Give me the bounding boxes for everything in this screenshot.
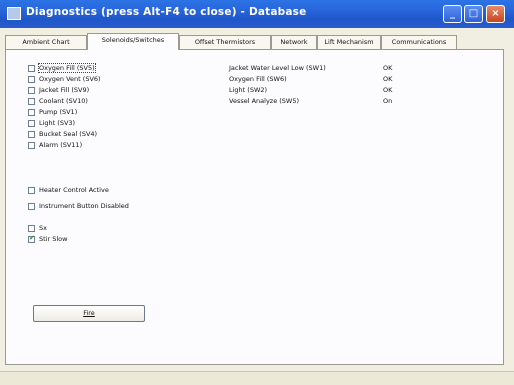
- tab-solenoids-switches[interactable]: Solenoids/Switches: [87, 33, 179, 50]
- checkbox-label: Heater Control Active: [39, 186, 109, 194]
- checkbox-alarm[interactable]: Alarm (SV11): [28, 141, 208, 151]
- checkbox-label: Instrument Button Disabled: [39, 202, 129, 210]
- checkbox-box[interactable]: [28, 225, 35, 232]
- checkbox-stir-slow[interactable]: Stir Slow: [28, 234, 208, 245]
- checkbox-box[interactable]: [28, 76, 35, 83]
- checkbox-label: Sx: [39, 224, 47, 232]
- tab-offset-thermistors[interactable]: Offset Thermistors: [179, 35, 271, 49]
- tab-lift-mechanism[interactable]: Lift Mechanism: [317, 35, 381, 49]
- checkbox-box[interactable]: [28, 203, 35, 210]
- checkbox-label: Stir Slow: [39, 235, 68, 243]
- app-icon: [7, 7, 21, 20]
- checkbox-instrument-button-disabled[interactable]: Instrument Button Disabled: [28, 202, 208, 212]
- status-label: Vessel Analyze (SW5): [229, 97, 300, 105]
- checkbox-bucket-seal[interactable]: Bucket Seal (SV4): [28, 130, 208, 140]
- checkbox-sx[interactable]: Sx: [28, 224, 208, 234]
- checkbox-pump[interactable]: Pump (SV1): [28, 108, 208, 118]
- checkbox-box[interactable]: [28, 65, 35, 72]
- tab-network[interactable]: Network: [271, 35, 317, 49]
- checkbox-oxygen-vent[interactable]: Oxygen Vent (SV6): [28, 75, 208, 85]
- status-bar: [0, 371, 514, 385]
- maximize-button[interactable]: □: [464, 5, 483, 23]
- checkbox-label: Oxygen Fill (SV5): [38, 63, 96, 73]
- window-title: Diagnostics (press Alt-F4 to close) - Da…: [26, 6, 307, 18]
- minimize-button[interactable]: _: [443, 5, 462, 23]
- checkbox-label: Bucket Seal (SV4): [39, 130, 98, 138]
- diagnostics-window: Diagnostics (press Alt-F4 to close) - Da…: [0, 0, 514, 385]
- tab-ambient-chart[interactable]: Ambient Chart: [5, 35, 87, 49]
- tab-communications[interactable]: Communications: [381, 35, 457, 49]
- checkbox-box[interactable]: [28, 98, 35, 105]
- status-label: Oxygen Fill (SW6): [229, 75, 287, 83]
- status-label: Jacket Water Level Low (SW1): [229, 64, 326, 72]
- checkbox-box[interactable]: [28, 109, 35, 116]
- close-button[interactable]: ×: [486, 5, 505, 23]
- checkbox-label: Oxygen Vent (SV6): [39, 75, 101, 83]
- status-value: OK: [383, 86, 393, 94]
- checkbox-label: Alarm (SV11): [39, 141, 83, 149]
- checkbox-label: Jacket Fill (SV9): [39, 86, 90, 94]
- status-value: OK: [383, 75, 393, 83]
- title-bar[interactable]: Diagnostics (press Alt-F4 to close) - Da…: [0, 0, 514, 28]
- checkbox-oxygen-fill[interactable]: Oxygen Fill (SV5): [28, 63, 208, 74]
- checkbox-label: Pump (SV1): [39, 108, 78, 116]
- checkbox-label: Light (SV3): [39, 119, 76, 127]
- checkbox-box[interactable]: [28, 187, 35, 194]
- checkbox-light[interactable]: Light (SV3): [28, 119, 208, 129]
- status-value: On: [383, 97, 393, 105]
- checkbox-label: Coolant (SV10): [39, 97, 88, 105]
- fire-button[interactable]: Fire: [33, 305, 145, 322]
- checkbox-jacket-fill[interactable]: Jacket Fill (SV9): [28, 86, 208, 96]
- status-value: OK: [383, 64, 393, 72]
- checkbox-box[interactable]: [28, 120, 35, 127]
- checkbox-box[interactable]: [28, 131, 35, 138]
- checkbox-coolant[interactable]: Coolant (SV10): [28, 97, 208, 107]
- checkbox-box-checked[interactable]: [28, 234, 35, 243]
- checkbox-box[interactable]: [28, 142, 35, 149]
- checkbox-box[interactable]: [28, 87, 35, 94]
- status-label: Light (SW2): [229, 86, 268, 94]
- checkbox-heater-control-active[interactable]: Heater Control Active: [28, 186, 208, 196]
